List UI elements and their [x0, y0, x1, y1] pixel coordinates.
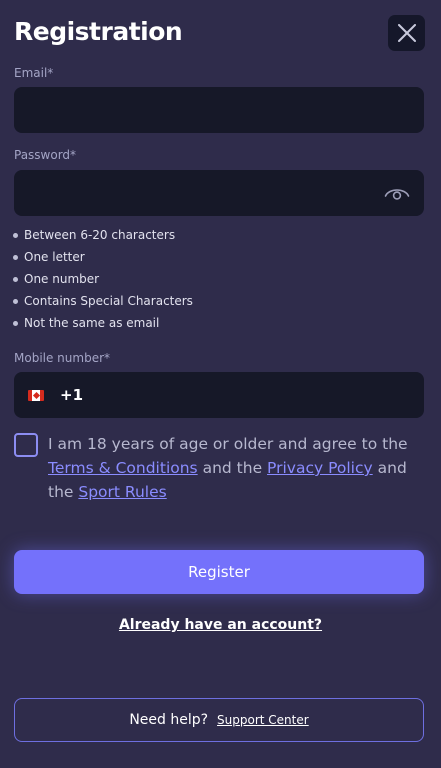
terms-agreement-text: I am 18 years of age or older and agree … — [48, 435, 408, 501]
email-label: Email* — [14, 66, 54, 80]
password-visibility-toggle[interactable] — [382, 181, 412, 205]
sport-rules-link[interactable]: Sport Rules — [78, 483, 166, 501]
mobile-label: Mobile number* — [14, 351, 111, 365]
page-title: Registration — [14, 17, 183, 46]
mobile-field-container: +1 — [14, 372, 424, 418]
requirement-length: Between 6-20 characters — [13, 224, 193, 246]
terms-conditions-link[interactable]: Terms & Conditions — [48, 459, 198, 477]
requirement-not-email: Not the same as email — [13, 312, 193, 334]
requirement-number: One number — [13, 268, 193, 290]
bullet-icon — [13, 298, 18, 304]
requirement-letter: One letter — [13, 246, 193, 268]
already-have-account-link[interactable]: Already have an account? — [0, 617, 441, 633]
bullet-icon — [13, 232, 18, 238]
password-field[interactable] — [14, 170, 424, 216]
support-center-link[interactable]: Support Center — [217, 713, 309, 727]
close-button[interactable] — [388, 15, 425, 51]
requirement-special: Contains Special Characters — [13, 290, 193, 312]
help-box: Need help? Support Center — [14, 698, 424, 742]
password-label: Password* — [14, 148, 77, 162]
need-help-text: Need help? — [129, 712, 209, 728]
close-icon — [397, 24, 416, 42]
bullet-icon — [13, 320, 18, 326]
dial-code: +1 — [60, 386, 84, 404]
bullet-icon — [13, 254, 18, 260]
eye-icon — [384, 189, 410, 200]
bullet-icon — [13, 276, 18, 282]
email-field[interactable] — [14, 87, 424, 133]
register-button[interactable]: Register — [14, 550, 424, 594]
password-requirements: Between 6-20 characters One letter One n… — [13, 224, 193, 334]
registration-screen: Registration Email* Password* Between 6-… — [0, 0, 441, 768]
privacy-policy-link[interactable]: Privacy Policy — [267, 459, 373, 477]
age-terms-checkbox[interactable] — [14, 433, 38, 457]
mobile-number-input[interactable] — [89, 372, 424, 418]
canada-flag-icon[interactable] — [28, 389, 44, 401]
